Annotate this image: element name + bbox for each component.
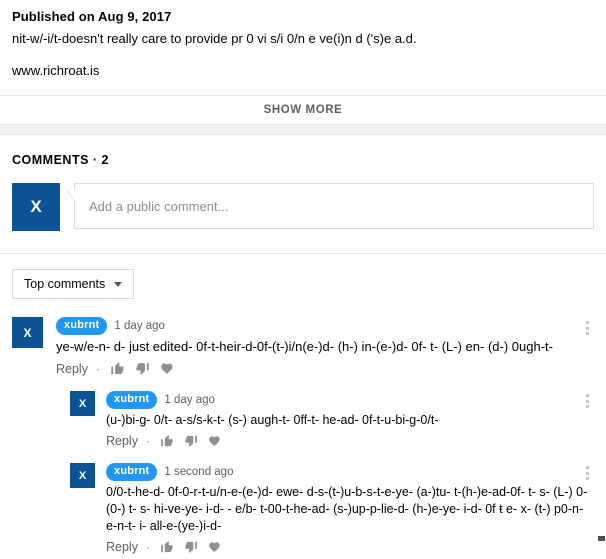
comment-reply-item: X xubrnt 1 day ago (u-)bi-g- 0/t- a-s/s-…	[12, 376, 594, 448]
avatar: X	[12, 183, 60, 231]
comment-body: xubrnt 1 day ago (u-)bi-g- 0/t- a-s/s-k-…	[106, 391, 594, 448]
avatar: X	[70, 463, 95, 488]
description-link[interactable]: www.richroat.is	[12, 62, 594, 80]
comment-author[interactable]: xubrnt	[106, 391, 158, 409]
video-description-and-comments-page: Published on Aug 9, 2017 nit-w/-i/t-does…	[0, 0, 606, 559]
comment-actions: Reply ·	[56, 361, 594, 376]
comment-item: X xubrnt 1 day ago ye-w/e-n- d- just edi…	[12, 299, 594, 376]
description-body: nit-w/-i/t-doesn't really care to provid…	[12, 31, 417, 46]
scrollbar-thumb[interactable]	[598, 536, 605, 541]
reply-button[interactable]: Reply	[106, 434, 138, 448]
comment-meta: xubrnt 1 day ago	[106, 391, 594, 409]
action-separator: ·	[145, 540, 150, 554]
comment-text: (u-)bi-g- 0/t- a-s/s-k-t- (s-) augh-t- 0…	[106, 413, 439, 427]
comment-actions: Reply ·	[106, 540, 594, 554]
avatar: X	[12, 317, 43, 348]
reply-button[interactable]: Reply	[106, 540, 138, 554]
heart-icon[interactable]	[208, 540, 222, 554]
comment-text: ye-w/e-n- d- just edited- 0f-t-heir-d-0f…	[56, 339, 553, 354]
video-description: Published on Aug 9, 2017 nit-w/-i/t-does…	[0, 0, 606, 80]
add-comment-box[interactable]: Add a public comment...	[66, 183, 594, 229]
add-comment-row: X Add a public comment...	[0, 167, 606, 231]
sort-row: Top comments	[0, 254, 606, 299]
add-comment-input[interactable]: Add a public comment...	[89, 199, 228, 214]
heart-icon[interactable]	[208, 434, 222, 448]
action-separator: ·	[95, 361, 100, 376]
thumbs-down-icon[interactable]	[184, 434, 198, 448]
sort-comments-button[interactable]: Top comments	[12, 269, 135, 299]
comment-timestamp: 1 day ago	[114, 319, 165, 332]
comment-author[interactable]: xubrnt	[106, 463, 158, 481]
comment-actions: Reply ·	[106, 434, 594, 448]
comment-author[interactable]: xubrnt	[56, 317, 108, 335]
thumbs-up-icon[interactable]	[160, 434, 174, 448]
sort-comments-label: Top comments	[24, 277, 106, 291]
chevron-down-icon	[114, 281, 123, 287]
thumbs-down-icon[interactable]	[184, 540, 198, 554]
heart-icon[interactable]	[160, 361, 175, 376]
show-more-button[interactable]: SHOW MORE	[258, 103, 349, 117]
thumbs-up-icon[interactable]	[160, 540, 174, 554]
comment-timestamp: 1 second ago	[164, 465, 234, 478]
thumbs-down-icon[interactable]	[135, 361, 150, 376]
comment-meta: xubrnt 1 day ago	[56, 317, 594, 335]
show-more-row: SHOW MORE	[0, 95, 606, 124]
comment-meta: xubrnt 1 second ago	[106, 463, 594, 481]
section-separator-band	[0, 124, 606, 135]
comment-timestamp: 1 day ago	[164, 393, 215, 406]
reply-button[interactable]: Reply	[56, 362, 88, 376]
avatar: X	[70, 391, 95, 416]
comment-body: xubrnt 1 second ago 0/0-t-he-d- 0f-0-r-t…	[106, 463, 594, 554]
action-separator: ·	[145, 434, 150, 448]
comment-thread: X xubrnt 1 day ago ye-w/e-n- d- just edi…	[0, 299, 606, 554]
comment-body: xubrnt 1 day ago ye-w/e-n- d- just edite…	[56, 317, 594, 376]
kebab-menu-icon[interactable]	[580, 394, 594, 408]
thumbs-up-icon[interactable]	[110, 361, 125, 376]
comment-text: 0/0-t-he-d- 0f-0-r-t-u/n-e-(e-)d- ewe- d…	[106, 485, 588, 533]
published-date: Published on Aug 9, 2017	[12, 9, 172, 24]
kebab-menu-icon[interactable]	[580, 466, 594, 480]
kebab-menu-icon[interactable]	[580, 321, 594, 335]
comments-count-header: COMMENTS · 2	[12, 153, 109, 167]
comment-reply-item: X xubrnt 1 second ago 0/0-t-he-d- 0f-0-r…	[12, 448, 594, 554]
